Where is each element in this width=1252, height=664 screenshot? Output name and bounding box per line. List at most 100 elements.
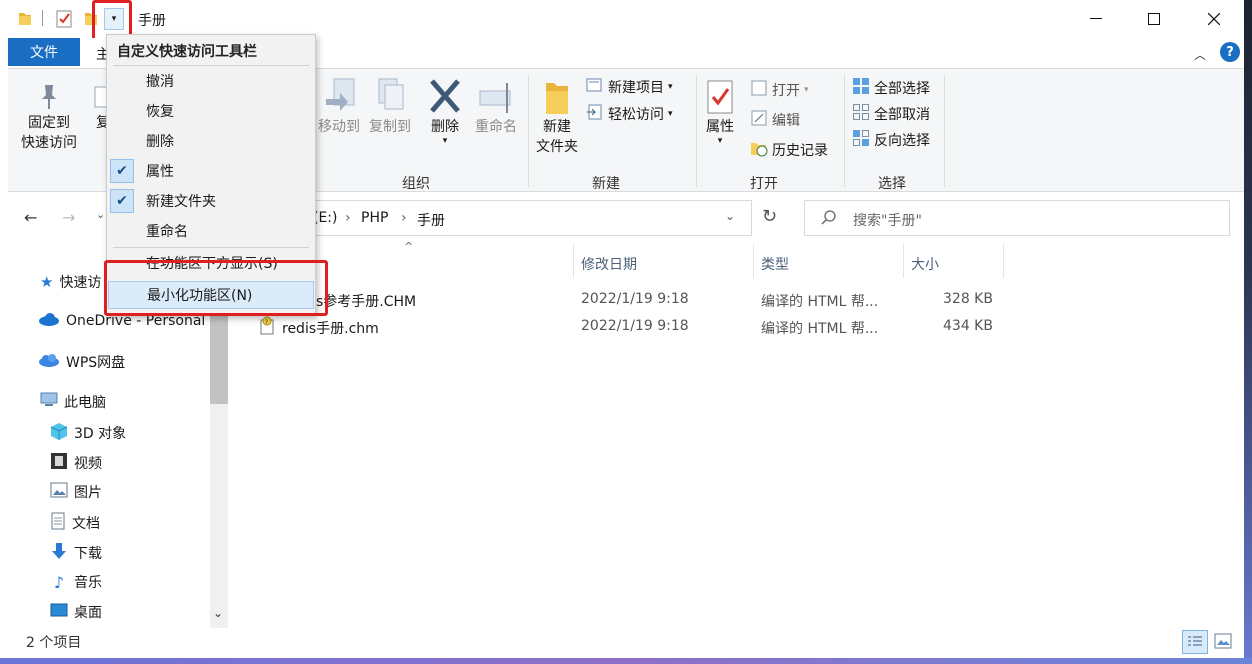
column-divider <box>1003 244 1004 278</box>
search-icon <box>821 209 837 229</box>
sidebar-item-music[interactable]: ♪ 音乐 <box>50 572 102 592</box>
move-to-label: 移动到 <box>318 119 360 135</box>
item-count: 2 个项目 <box>26 635 82 651</box>
sidebar-item-documents[interactable]: 文档 <box>50 512 100 534</box>
download-arrow-icon <box>50 542 68 564</box>
menu-item-delete[interactable]: 删除 <box>108 127 314 155</box>
recent-locations-chevron-icon[interactable]: ⌄ <box>96 208 105 221</box>
menu-item-label: 恢复 <box>146 104 174 120</box>
open-dropdown-arrow: ▾ <box>804 85 809 95</box>
checkmark-icon: ✔ <box>110 159 134 183</box>
select-none-label: 全部取消 <box>874 107 930 123</box>
address-segment-manual[interactable]: 手册 <box>417 210 445 230</box>
sidebar-item-label: 视频 <box>74 456 102 472</box>
properties-large-icon <box>698 77 742 117</box>
properties-dropdown-arrow[interactable]: ▾ <box>698 137 742 146</box>
minimize-button[interactable] <box>1066 0 1126 38</box>
history-label: 历史记录 <box>772 143 828 159</box>
pin-to-quick-access-button[interactable]: 固定到 快速访问 <box>14 83 84 153</box>
cube-icon <box>50 422 68 444</box>
address-separator[interactable]: › <box>345 210 351 226</box>
history-button[interactable]: 历史记录 <box>750 139 828 161</box>
new-item-dropdown-arrow: ▾ <box>668 82 673 92</box>
delete-dropdown-arrow[interactable]: ▾ <box>422 137 468 146</box>
file-name[interactable]: s参考手册.CHM <box>316 291 416 311</box>
edit-button[interactable]: 编辑 <box>750 109 800 131</box>
file-date: 2022/1/19 9:18 <box>581 291 689 307</box>
file-name[interactable]: redis手册.chm <box>282 318 379 338</box>
move-to-button[interactable]: 移动到 <box>314 77 364 137</box>
properties-label: 属性 <box>706 119 734 135</box>
menu-item-label: 属性 <box>146 164 174 180</box>
delete-button[interactable]: 删除 ▾ <box>422 77 468 146</box>
open-label: 打开 <box>772 83 800 99</box>
sidebar-item-videos[interactable]: 视频 <box>50 452 102 474</box>
sidebar-item-quick-access[interactable]: ★ 快速访 <box>40 272 101 292</box>
cloud-icon <box>38 312 60 330</box>
column-header-size[interactable]: 大小 <box>911 254 939 274</box>
easy-access-button[interactable]: 轻松访问 ▾ <box>586 103 673 125</box>
search-placeholder: 搜索"手册" <box>853 213 922 229</box>
copy-to-icon <box>364 77 416 117</box>
properties-button[interactable]: 属性 ▾ <box>698 77 742 146</box>
large-icons-view-icon[interactable] <box>1214 632 1232 654</box>
desktop-background <box>0 658 1252 664</box>
pin-label-line1: 固定到 <box>28 115 70 131</box>
sidebar-item-downloads[interactable]: 下载 <box>50 542 102 564</box>
select-none-button[interactable]: 全部取消 <box>852 103 930 125</box>
sidebar-item-desktop[interactable]: 桌面 <box>50 602 102 622</box>
new-item-button[interactable]: 新建项目 ▾ <box>586 77 673 97</box>
address-segment-php[interactable]: PHP <box>361 210 388 226</box>
history-icon <box>750 139 768 161</box>
menu-item-properties[interactable]: ✔ 属性 <box>108 157 314 185</box>
open-button[interactable]: 打开 ▾ <box>750 79 809 101</box>
menu-item-new-folder[interactable]: ✔ 新建文件夹 <box>108 187 314 215</box>
address-dropdown-chevron-icon[interactable]: ⌄ <box>725 209 735 223</box>
properties-check-icon[interactable] <box>56 10 72 32</box>
delete-label: 删除 <box>431 119 459 135</box>
file-explorer-window: ▾ 手册 文件 主 ︿ ? 固定到 快速访问 复 移动到 复制到 删除 ▾ 重命… <box>0 0 1244 658</box>
sidebar-item-wps[interactable]: WPS网盘 <box>38 352 125 372</box>
sidebar-item-label: 下载 <box>74 546 102 562</box>
select-all-button[interactable]: 全部选择 <box>852 77 930 99</box>
help-icon[interactable]: ? <box>1220 42 1240 62</box>
sidebar-item-label: 音乐 <box>74 575 102 591</box>
file-date: 2022/1/19 9:18 <box>581 318 689 334</box>
group-label-organize: 组织 <box>402 176 430 192</box>
forward-arrow-icon[interactable]: → <box>62 208 75 227</box>
sidebar-item-label: 快速访 <box>59 275 102 291</box>
copy-to-button[interactable]: 复制到 <box>364 77 416 137</box>
address-separator[interactable]: › <box>401 210 407 226</box>
refresh-icon[interactable]: ↻ <box>762 206 777 227</box>
toolbar-divider <box>42 10 43 26</box>
menu-item-redo[interactable]: 恢复 <box>108 97 314 125</box>
details-view-icon[interactable] <box>1182 630 1208 654</box>
group-divider <box>696 75 697 187</box>
search-box[interactable]: 搜索"手册" <box>804 200 1230 236</box>
new-folder-button[interactable]: 新建 文件夹 <box>532 77 582 157</box>
music-note-icon: ♪ <box>53 572 65 592</box>
invert-selection-button[interactable]: 反向选择 <box>852 129 930 151</box>
sidebar-item-this-pc[interactable]: 此电脑 <box>40 392 106 412</box>
column-header-type[interactable]: 类型 <box>761 254 789 274</box>
sidebar-item-3d-objects[interactable]: 3D 对象 <box>50 422 126 444</box>
chevron-up-icon[interactable]: ︿ <box>1194 46 1206 63</box>
star-icon: ★ <box>40 273 54 291</box>
column-divider <box>903 244 904 278</box>
easy-access-icon <box>586 103 604 125</box>
new-item-icon <box>586 77 604 97</box>
file-size: 434 KB <box>943 318 993 334</box>
menu-item-undo[interactable]: 撤消 <box>108 67 314 95</box>
rename-button[interactable]: 重命名 <box>468 77 524 137</box>
address-drive[interactable]: (E:) <box>313 210 338 226</box>
menu-item-rename[interactable]: 重命名 <box>108 217 314 245</box>
maximize-button[interactable] <box>1124 0 1184 38</box>
scroll-down-chevron-icon[interactable]: ⌄ <box>213 606 223 620</box>
column-header-date[interactable]: 修改日期 <box>581 254 637 274</box>
new-folder-label-line2: 文件夹 <box>536 139 578 155</box>
tab-file[interactable]: 文件 <box>8 38 80 66</box>
sidebar-item-pictures[interactable]: 图片 <box>50 482 102 502</box>
group-label-open: 打开 <box>750 176 778 192</box>
back-arrow-icon[interactable]: ← <box>24 208 37 227</box>
close-button[interactable] <box>1184 0 1244 38</box>
